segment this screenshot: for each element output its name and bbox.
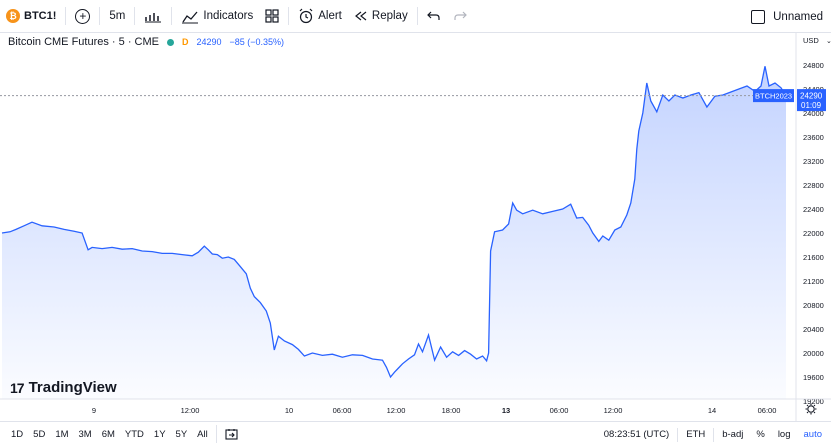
price-tick-label: 19600	[803, 373, 824, 382]
range-1d-button[interactable]: 1D	[6, 422, 28, 446]
chart-legend: Bitcoin CME Futures · 5 · CME D 24290 −8…	[8, 36, 284, 48]
indicators-button[interactable]: Indicators	[175, 0, 259, 33]
bottom-divider	[215, 425, 217, 443]
price-tick-label: 21600	[803, 253, 824, 262]
time-tick-label: 10	[285, 406, 293, 415]
time-tick-label: 12:00	[604, 406, 623, 415]
layouts-button[interactable]	[259, 0, 285, 33]
time-tick-label: 06:00	[758, 406, 777, 415]
price-tick-label: 23600	[803, 133, 824, 142]
time-tick-label: 13	[502, 406, 510, 415]
time-tick-label: 18:00	[442, 406, 461, 415]
toolbar-divider	[288, 7, 290, 25]
price-tick-label: 20000	[803, 349, 824, 358]
range-ytd-button[interactable]: YTD	[120, 422, 149, 446]
legend-last-value: 24290	[196, 37, 222, 47]
toolbar-divider	[65, 7, 67, 25]
bar-countdown: 01:09	[801, 101, 822, 110]
time-tick-label: 12:00	[387, 406, 406, 415]
price-tick-label: 20800	[803, 301, 824, 310]
log-scale-toggle[interactable]: log	[773, 429, 796, 440]
price-tick-label: 21200	[803, 277, 824, 286]
layout-name[interactable]: Unnamed	[773, 11, 823, 23]
last-price-label: 24290	[800, 92, 823, 101]
redo-icon	[454, 11, 467, 20]
price-tick-label: 22000	[803, 229, 824, 238]
calendar-goto-icon	[225, 429, 238, 440]
alarm-clock-icon	[299, 8, 313, 24]
alert-button[interactable]: Alert	[292, 0, 348, 33]
auto-scale-toggle[interactable]: auto	[799, 429, 828, 440]
range-6m-button[interactable]: 6M	[97, 422, 120, 446]
indicators-icon	[182, 11, 199, 23]
undo-icon	[426, 11, 440, 20]
price-tick-label: 19200	[803, 397, 824, 406]
plus-circle-icon: +	[75, 8, 91, 24]
clock-timezone[interactable]: 08:23:51 (UTC)	[599, 429, 674, 440]
tradingview-wordmark: TradingView	[28, 379, 117, 396]
compare-symbol-button[interactable]: +	[69, 0, 96, 33]
toolbar-divider	[416, 7, 418, 25]
symbol-label: BTC1!	[24, 10, 57, 22]
price-tick-label: 24800	[803, 61, 824, 70]
toolbar-divider	[99, 7, 101, 25]
date-range-button[interactable]	[220, 422, 244, 446]
time-tick-label: 14	[708, 406, 716, 415]
range-1y-button[interactable]: 1Y	[149, 422, 171, 446]
interval-button[interactable]: 5m	[103, 0, 131, 33]
currency-label[interactable]: USD	[803, 36, 819, 45]
grid-layout-icon	[265, 9, 279, 23]
bitcoin-icon: ₿	[6, 9, 20, 23]
bottom-divider	[677, 427, 679, 442]
tradingview-logo-mark: 17	[10, 379, 25, 396]
undo-button[interactable]	[421, 0, 447, 33]
bottom-divider	[713, 427, 715, 442]
range-5d-button[interactable]: 5D	[28, 422, 50, 446]
toolbar-divider	[171, 7, 173, 25]
delayed-badge: D	[181, 37, 189, 47]
price-tick-label: 22400	[803, 205, 824, 214]
time-tick-label: 06:00	[550, 406, 569, 415]
replay-button[interactable]: Replay	[348, 0, 414, 33]
market-status-dot	[166, 38, 174, 46]
bar-chart-icon	[145, 13, 162, 23]
last-symbol-label: BTCH2023	[755, 92, 792, 101]
price-tick-label: 22800	[803, 181, 824, 190]
layout-checkbox[interactable]	[751, 9, 766, 24]
percent-scale-toggle[interactable]: %	[751, 429, 769, 440]
range-3m-button[interactable]: 3M	[74, 422, 97, 446]
price-tick-label: 23200	[803, 157, 824, 166]
range-all-button[interactable]: All	[192, 422, 213, 446]
chart-type-button[interactable]	[138, 0, 168, 33]
interval-label: 5m	[109, 10, 126, 22]
redo-button[interactable]	[447, 0, 473, 33]
tradingview-logo[interactable]: 17 TradingView	[10, 379, 117, 396]
price-chart[interactable]: USD ⌄ 2480024400240002360023200228002240…	[0, 33, 831, 421]
price-tick-label: 20400	[803, 325, 824, 334]
range-1m-button[interactable]: 1M	[50, 422, 73, 446]
time-tick-label: 9	[92, 406, 96, 415]
range-5y-button[interactable]: 5Y	[171, 422, 193, 446]
session-toggle[interactable]: ETH	[681, 429, 710, 440]
bottom-right-controls: 08:23:51 (UTC) ETH b-adj % log auto	[599, 422, 827, 446]
indicators-label: Indicators	[203, 10, 254, 22]
bottom-toolbar: 1D 5D 1M 3M 6M YTD 1Y 5Y All 08:23:51 (U…	[0, 421, 831, 446]
replay-label: Replay	[371, 10, 408, 22]
tradingview-app: ₿ BTC1! + 5m Indicators Alert Replay Unn…	[0, 0, 831, 446]
legend-title: Bitcoin CME Futures · 5 · CME	[8, 36, 159, 48]
alert-label: Alert	[318, 10, 342, 22]
price-area-fill	[2, 66, 786, 399]
back-adjust-toggle[interactable]: b-adj	[717, 429, 748, 440]
toolbar-divider	[134, 7, 136, 25]
currency-chevron-icon[interactable]: ⌄	[826, 38, 831, 45]
symbol-search-button[interactable]: ₿ BTC1!	[0, 0, 62, 33]
time-tick-label: 12:00	[181, 406, 200, 415]
legend-change: −85 (−0.35%)	[229, 37, 285, 47]
chart-area[interactable]: Bitcoin CME Futures · 5 · CME D 24290 −8…	[0, 33, 831, 421]
time-tick-label: 06:00	[333, 406, 352, 415]
top-toolbar: ₿ BTC1! + 5m Indicators Alert Replay Unn…	[0, 0, 831, 33]
layout-name-area: Unnamed	[751, 0, 823, 33]
rewind-icon	[354, 11, 367, 21]
